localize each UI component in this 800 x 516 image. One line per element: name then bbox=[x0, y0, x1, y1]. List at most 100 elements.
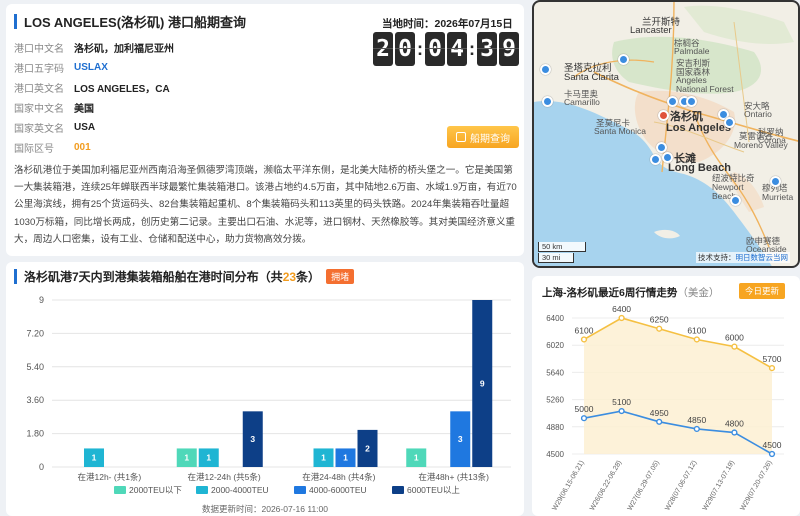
info-value: LOS ANGELES，CA bbox=[74, 83, 170, 95]
map-label-palmdale: Palmdale bbox=[674, 46, 710, 56]
local-time-label: 当地时间：2026年07月15日 bbox=[382, 18, 513, 30]
port-pin[interactable] bbox=[662, 152, 673, 163]
line-point bbox=[768, 450, 776, 458]
line-category-label: W27(06.29-07.05) bbox=[627, 460, 661, 512]
map-label-santa-clarita: Santa Clarita bbox=[564, 72, 619, 83]
port-pin[interactable] bbox=[724, 117, 735, 128]
bar-category-label: 在港48h+ (共13条) bbox=[418, 472, 489, 482]
line-value-label: 5100 bbox=[612, 397, 631, 407]
line-value-label: 6000 bbox=[725, 333, 744, 343]
line-value-label: 4850 bbox=[687, 415, 706, 425]
port-map[interactable]: 兰开斯特 Lancaster 棕榈谷 Palmdale 安吉利斯 国家森林 An… bbox=[532, 0, 800, 268]
info-key: 港口五字码 bbox=[14, 63, 64, 75]
line-value-label: 6250 bbox=[650, 315, 669, 325]
line-point bbox=[693, 336, 700, 343]
line-point bbox=[656, 418, 663, 425]
line-category-label: W29(07.13-07.19) bbox=[702, 460, 736, 512]
line-point bbox=[731, 343, 738, 350]
line-value-label: 5700 bbox=[763, 354, 782, 364]
bar-ytick-label: 5.40 bbox=[26, 362, 44, 372]
info-value: 001 bbox=[74, 141, 91, 153]
info-key: 国家中文名 bbox=[14, 103, 64, 115]
map-label-camarillo: Camarillo bbox=[564, 97, 600, 107]
line-category-label: W28(07.06-07.12) bbox=[664, 460, 698, 512]
bar-ytick-label: 9 bbox=[39, 295, 44, 305]
line-ytick-label: 4500 bbox=[546, 450, 564, 459]
bar-value-label: 1 bbox=[321, 453, 326, 463]
info-row: 国家英文名 USA bbox=[14, 117, 174, 137]
map-attribution: 技术支持：明日数智云当网 bbox=[696, 252, 790, 263]
legend-swatch bbox=[196, 486, 208, 494]
clock-digit: 0 bbox=[425, 32, 445, 66]
line-point bbox=[618, 314, 625, 322]
schedule-query-button[interactable]: 船期查询 bbox=[447, 126, 519, 148]
map-label-ontario: Ontario bbox=[744, 109, 772, 119]
port-pin[interactable] bbox=[540, 64, 551, 75]
bar-category-label: 在港12-24h (共5条) bbox=[188, 472, 261, 482]
map-label-los-angeles: Los Angeles bbox=[666, 122, 731, 134]
line-value-label: 6100 bbox=[687, 325, 706, 335]
line-value-label: 4500 bbox=[763, 440, 782, 450]
legend-label: 2000TEU以下 bbox=[129, 485, 182, 495]
clock-digit: 0 bbox=[395, 32, 415, 66]
calendar-icon bbox=[456, 132, 466, 142]
clock-digit: 3 bbox=[477, 32, 497, 66]
legend-label: 2000-4000TEU bbox=[211, 485, 269, 495]
clock-colon: : bbox=[417, 38, 423, 59]
info-row: 国家中文名 美国 bbox=[14, 97, 174, 117]
freight-trend-card: 上海-洛杉矶最近6周行情走势（美金） 今日更新 4500 4880 5260 5640… bbox=[532, 276, 800, 516]
line-chart-svg: 4500 4880 5260 5640 6020 6400 6100 6400 6250 6100… bbox=[546, 304, 784, 512]
info-value: USLAX bbox=[74, 61, 108, 73]
port-pin[interactable] bbox=[650, 154, 661, 165]
info-key: 国际区号 bbox=[14, 143, 54, 155]
map-label-lancaster: Lancaster bbox=[630, 25, 672, 36]
bar-chart-svg: 0 1.80 3.60 5.40 7.20 9 在港12h- (共1条) 1 在港12-24h … bbox=[26, 295, 511, 514]
port-pin[interactable] bbox=[730, 195, 741, 206]
bar-value-label: 9 bbox=[480, 379, 485, 389]
info-row: 港口中文名 洛杉矶，加利福尼亚州 bbox=[14, 37, 174, 57]
line-category-label: W26(06.22-06.28) bbox=[589, 460, 623, 512]
bar-updated-time: 数据更新时间：2026-07-16 11:00 bbox=[202, 504, 328, 514]
line-ytick-label: 6400 bbox=[546, 314, 564, 323]
clock-digit: 9 bbox=[499, 32, 519, 66]
bar-value-label: 1 bbox=[92, 453, 97, 463]
line-value-label: 4800 bbox=[725, 419, 744, 429]
line-value-label: 6400 bbox=[612, 304, 631, 314]
port-pin[interactable] bbox=[667, 96, 678, 107]
port-pin[interactable] bbox=[686, 96, 697, 107]
attribution-link[interactable]: 明日数智云当网 bbox=[736, 253, 789, 262]
info-value: 美国 bbox=[74, 103, 94, 115]
map-label-national-forest: National Forest bbox=[676, 84, 734, 94]
port-pin[interactable] bbox=[770, 176, 781, 187]
line-point bbox=[768, 365, 776, 372]
bar-ytick-label: 0 bbox=[39, 462, 44, 472]
schedule-query-label: 船期查询 bbox=[470, 133, 510, 145]
line-ytick-label: 6020 bbox=[546, 341, 564, 350]
info-value: 洛杉矶，加利福尼亚州 bbox=[74, 43, 174, 55]
map-label-murrieta: Murrieta bbox=[762, 192, 794, 202]
local-clock: 2 0 : 0 4 : 3 9 bbox=[372, 32, 520, 66]
legend-swatch bbox=[392, 486, 404, 494]
legend-swatch bbox=[114, 486, 126, 494]
port-info-table: 港口中文名 洛杉矶，加利福尼亚州 港口五字码 USLAX 港口英文名 LOS A… bbox=[14, 37, 174, 157]
bar-value-label: 1 bbox=[206, 453, 211, 463]
port-pin[interactable] bbox=[618, 54, 629, 65]
line-value-label: 6100 bbox=[575, 325, 594, 335]
line-point bbox=[580, 336, 588, 343]
line-point bbox=[618, 407, 625, 415]
port-info-card: LOS ANGELES(洛杉矶) 港口船期查询 当地时间：2026年07月15日… bbox=[6, 4, 524, 256]
los-angeles-port-pin[interactable] bbox=[658, 110, 669, 121]
title-accent-bar bbox=[14, 13, 17, 29]
line-ytick-label: 5260 bbox=[546, 396, 564, 405]
bar-category-label: 在港24-48h (共4条) bbox=[302, 472, 375, 482]
port-description: 洛杉矶港位于美国加利福尼亚州西南沿海圣佩德罗湾顶端，濒临太平洋东侧，是北美大陆桥… bbox=[14, 165, 517, 245]
map-scale-km: 50 km bbox=[538, 242, 586, 252]
bar-value-label: 2 bbox=[365, 443, 370, 453]
line-category-label: W29(06.15-06.21) bbox=[551, 460, 585, 512]
info-value: USA bbox=[74, 121, 96, 133]
bar-value-label: 3 bbox=[458, 434, 463, 444]
legend-label: 4000-6000TEU bbox=[309, 485, 367, 495]
info-row: 港口五字码 USLAX bbox=[14, 57, 174, 77]
port-pin[interactable] bbox=[542, 96, 553, 107]
line-point bbox=[693, 425, 700, 433]
